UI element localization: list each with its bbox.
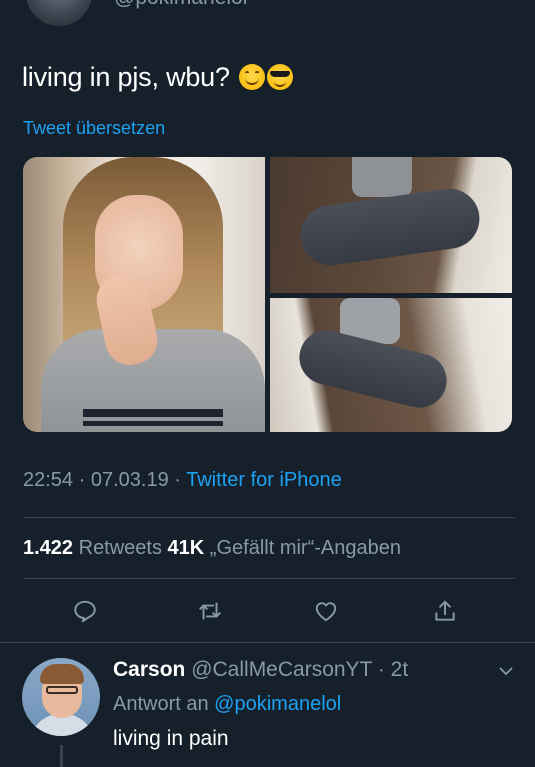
meta-separator: ·	[73, 469, 91, 491]
reply-header: Carson @CallMeCarsonYT · 2t	[113, 658, 408, 682]
chevron-down-icon[interactable]	[496, 661, 516, 681]
like-button[interactable]	[309, 594, 343, 628]
thread-line	[60, 745, 63, 767]
tweet-body: living in pjs, wbu?	[22, 62, 230, 92]
smiling-face-icon	[239, 64, 266, 90]
tweet-meta: 22:54 · 07.03.19 · Twitter for iPhone	[23, 469, 342, 492]
tweet-stats: 1.422 Retweets 41K „Gefällt mir“-Angaben	[23, 537, 401, 560]
likes-label: „Gefällt mir“-Angaben	[204, 537, 401, 559]
reply-to-prefix: Antwort an	[113, 693, 215, 715]
reply-icon	[74, 600, 96, 623]
reply-author-name[interactable]: Carson	[113, 658, 185, 681]
action-bar	[0, 594, 535, 628]
like-icon	[315, 602, 337, 622]
sunglasses-face-icon	[267, 64, 294, 90]
tweet-text: living in pjs, wbu?	[22, 62, 294, 93]
meta-separator: ·	[168, 469, 187, 491]
reply-text: living in pain	[113, 727, 229, 750]
retweet-button[interactable]	[193, 594, 227, 628]
reply-to-line: Antwort an @pokimanelol	[113, 693, 341, 716]
previous-header: @pokimanelol	[0, 0, 535, 40]
translate-tweet-link[interactable]: Tweet übersetzen	[23, 118, 165, 139]
share-button[interactable]	[428, 594, 462, 628]
tweet-source-link[interactable]: Twitter for iPhone	[186, 469, 342, 491]
reply-tweet[interactable]: Carson @CallMeCarsonYT · 2t Antwort an @…	[0, 643, 535, 767]
tweet-date: 07.03.19	[90, 469, 169, 491]
likes-stat[interactable]: 41K „Gefällt mir“-Angaben	[168, 537, 401, 559]
retweets-count: 1.422	[23, 537, 74, 559]
divider	[23, 578, 515, 579]
share-icon	[435, 600, 455, 621]
photo-selfie[interactable]	[23, 157, 265, 432]
reply-button[interactable]	[68, 594, 102, 628]
author-avatar[interactable]	[26, 0, 92, 26]
reply-author-handle: @CallMeCarsonYT · 2t	[185, 658, 409, 681]
photo-sitting[interactable]	[270, 157, 512, 293]
retweet-icon	[199, 602, 221, 620]
reply-to-mention[interactable]: @pokimanelol	[214, 693, 341, 715]
retweets-label: Retweets	[73, 537, 168, 559]
reply-avatar[interactable]	[22, 658, 100, 736]
author-handle[interactable]: @pokimanelol	[114, 0, 247, 10]
divider	[23, 517, 515, 518]
retweets-stat[interactable]: 1.422 Retweets	[23, 537, 168, 559]
tweet-time: 22:54	[23, 469, 74, 491]
media-grid	[23, 157, 512, 432]
photo-floor[interactable]	[270, 298, 512, 432]
likes-count: 41K	[167, 537, 205, 559]
